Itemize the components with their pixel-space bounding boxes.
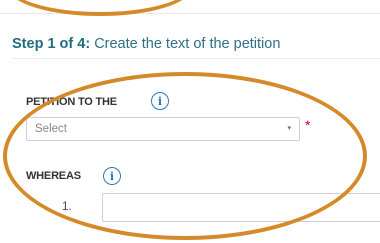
step-number: Step 1 of 4: [12,36,91,52]
step-heading: Step 1 of 4: Create the text of the peti… [12,36,280,52]
chevron-down-icon: ▾ [287,125,291,132]
top-divider [0,0,380,14]
divider [12,58,380,59]
whereas-label: WHEREAS [26,170,81,182]
petition-to-select[interactable]: Select ▾ [26,117,300,141]
whereas-input[interactable] [102,193,380,222]
whereas-item-number: 1. [62,201,72,213]
step-title: Create the text of the petition [94,36,281,52]
info-icon[interactable]: i [103,167,121,185]
required-indicator: * [305,117,311,133]
petition-to-label: PETITION TO THE [26,96,117,108]
select-value: Select [35,123,67,135]
info-icon[interactable]: i [151,92,169,110]
